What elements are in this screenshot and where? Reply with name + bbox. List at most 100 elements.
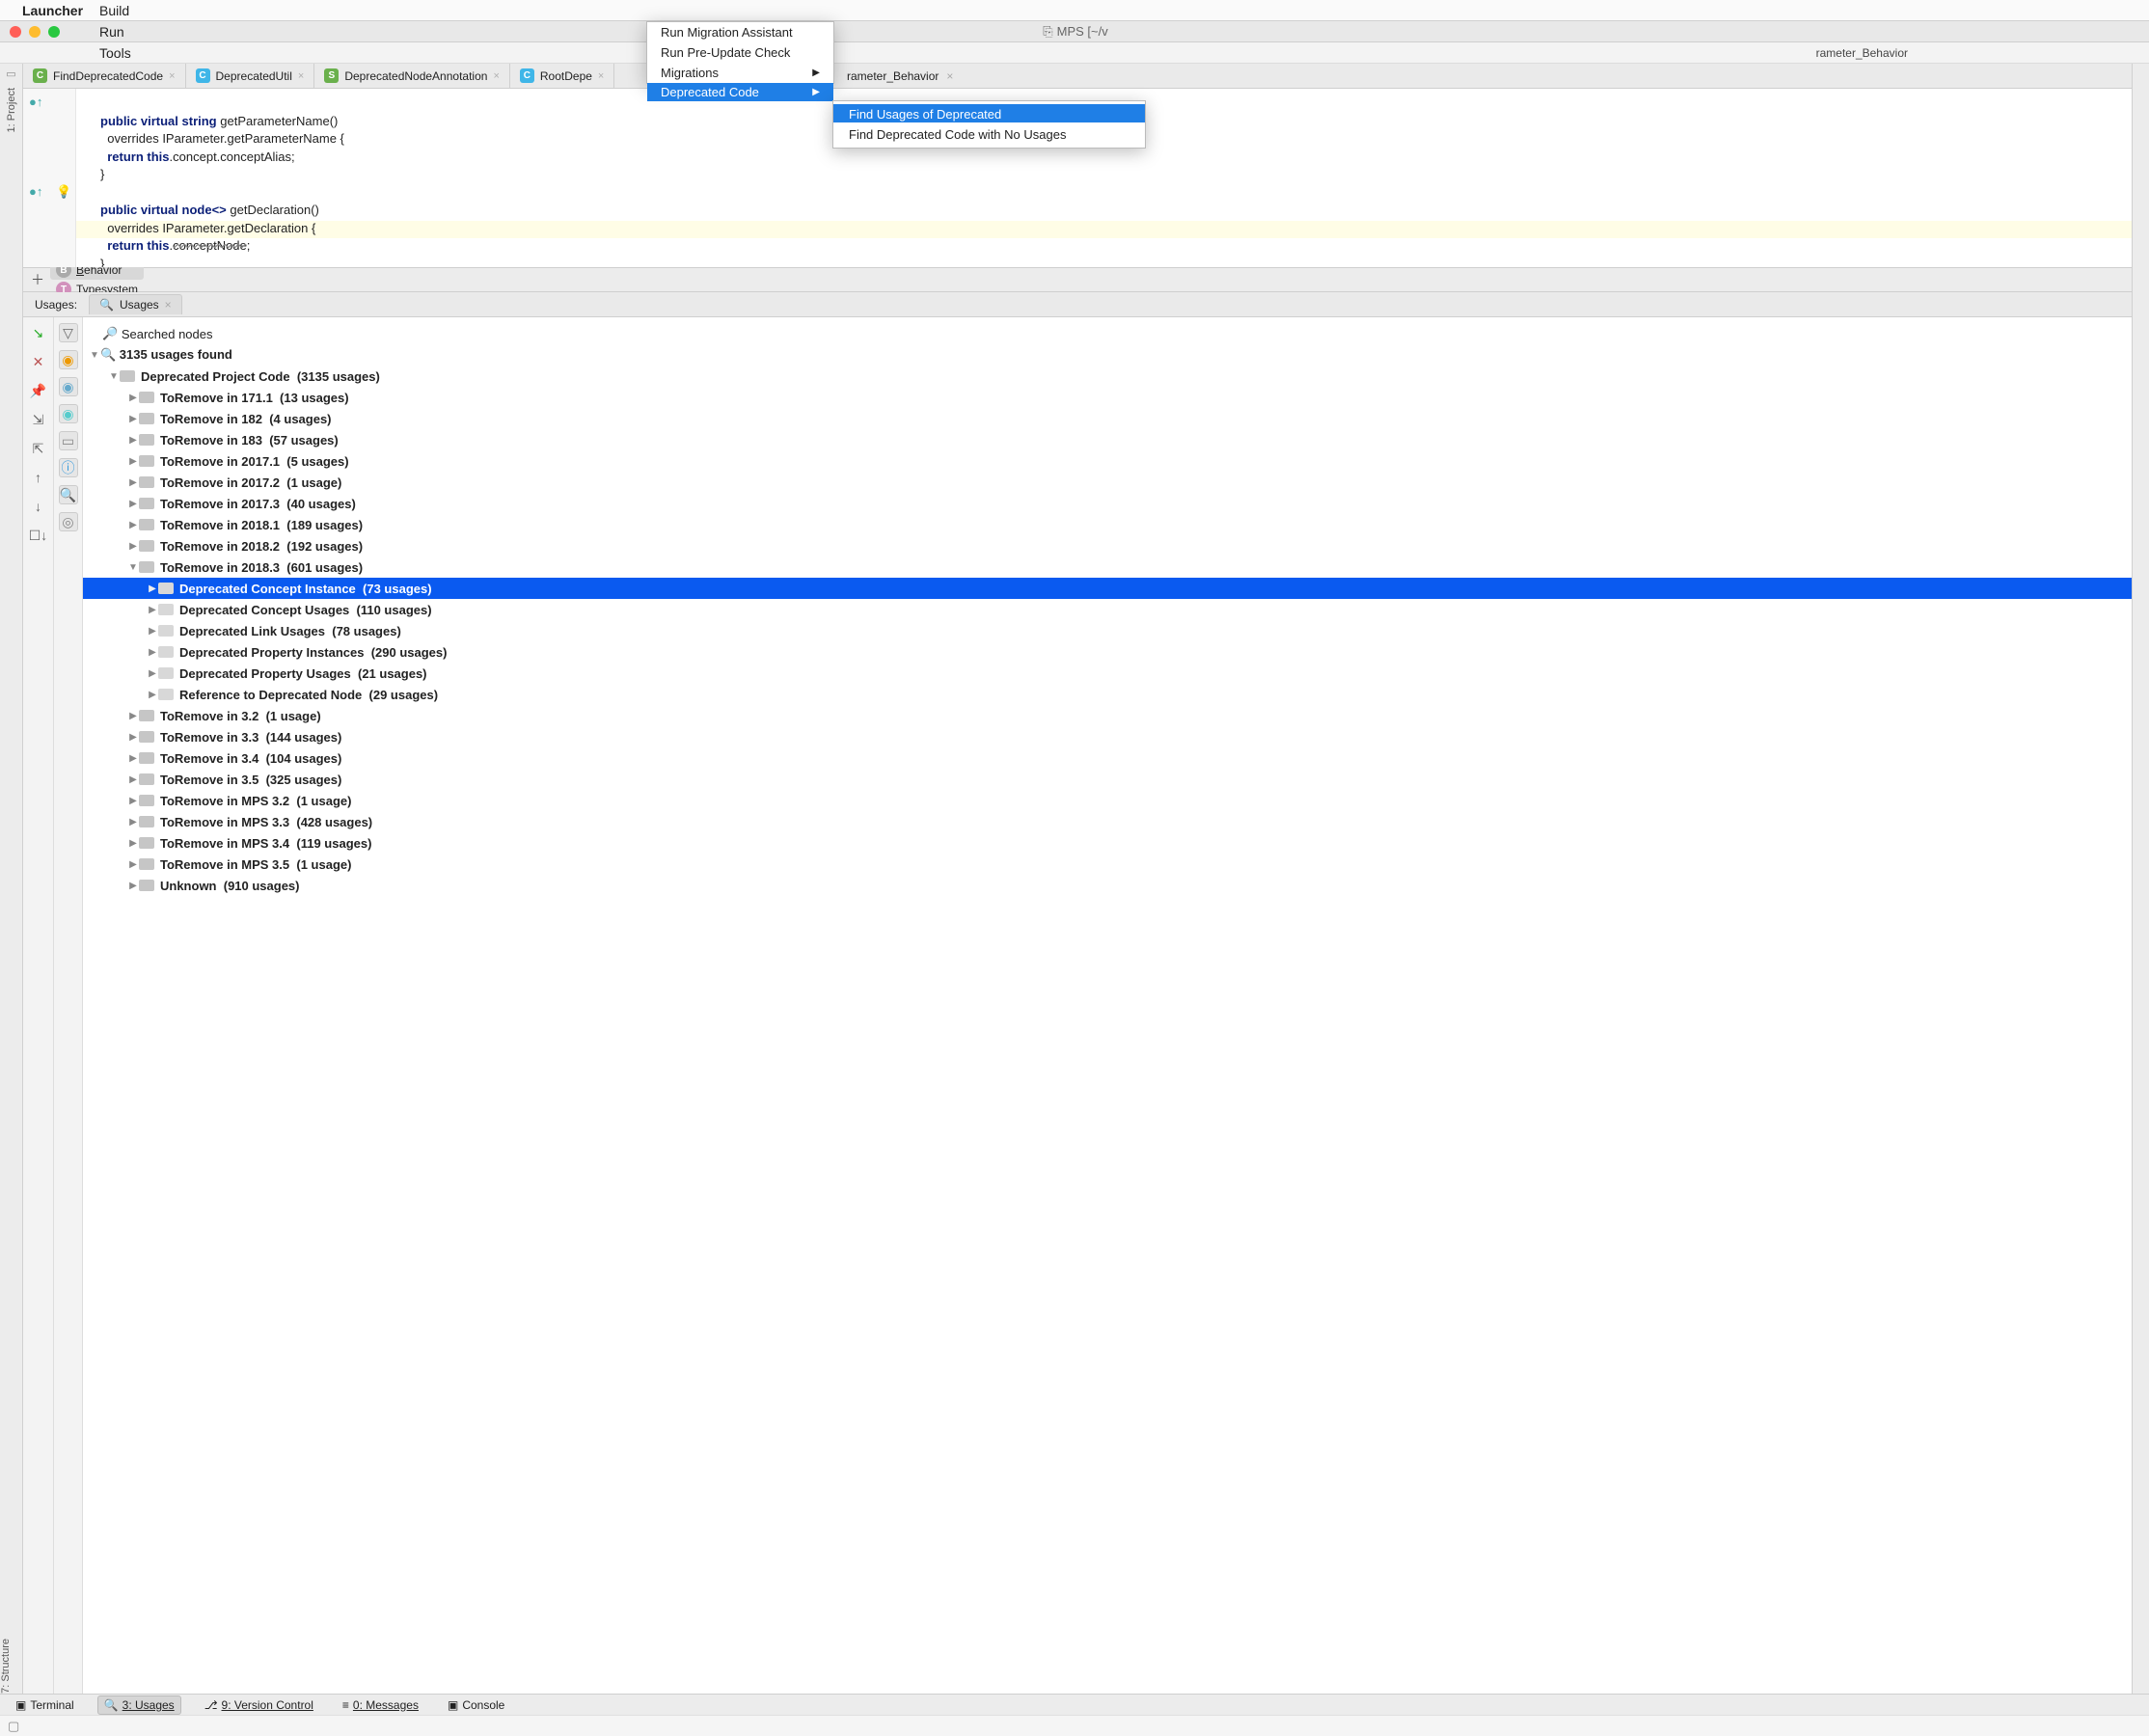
chevron-down-icon[interactable]: ▼: [108, 371, 120, 382]
chevron-right-icon[interactable]: ▶: [147, 668, 158, 679]
override-gutter-icon[interactable]: ●↑: [29, 95, 42, 109]
usages-tree-row[interactable]: ▶ToRemove in MPS 3.2 (1 usage): [83, 790, 2132, 811]
deprecated-submenu-item[interactable]: Find Usages of Deprecated: [833, 104, 1145, 122]
editor-tab[interactable]: CFindDeprecatedCode×: [23, 64, 186, 89]
chevron-right-icon[interactable]: ▶: [127, 393, 139, 403]
usages-tree-row[interactable]: ▼ToRemove in 2018.3 (601 usages): [83, 556, 2132, 578]
filter-icon[interactable]: ▽: [59, 323, 78, 342]
chevron-down-icon[interactable]: ▼: [89, 350, 100, 361]
console-tool-button[interactable]: ▣Console: [442, 1696, 510, 1714]
chevron-right-icon[interactable]: ▶: [127, 753, 139, 764]
close-icon[interactable]: ×: [598, 70, 604, 82]
usages-tool-button[interactable]: 🔍3: Usages: [97, 1695, 181, 1715]
usages-tree-row[interactable]: ▶Unknown (910 usages): [83, 875, 2132, 896]
usages-tree-row[interactable]: ▶Reference to Deprecated Node (29 usages…: [83, 684, 2132, 705]
group-by-package-icon[interactable]: ◉: [59, 377, 78, 396]
chevron-right-icon[interactable]: ▶: [127, 817, 139, 827]
close-icon[interactable]: ×: [946, 69, 953, 83]
chevron-right-icon[interactable]: ▶: [127, 435, 139, 446]
close-icon[interactable]: ×: [493, 70, 499, 82]
close-icon[interactable]: ✕: [29, 352, 48, 371]
menu-tools[interactable]: Tools: [96, 42, 158, 64]
rerun-icon[interactable]: ↘: [29, 323, 48, 342]
chevron-right-icon[interactable]: ▶: [147, 647, 158, 658]
warning-gutter-icon[interactable]: 💡: [56, 184, 71, 200]
chevron-right-icon[interactable]: ▶: [147, 583, 158, 594]
usages-tree-row[interactable]: ▶ToRemove in 3.4 (104 usages): [83, 747, 2132, 769]
usages-tree-row[interactable]: ▶ToRemove in 3.5 (325 usages): [83, 769, 2132, 790]
chevron-right-icon[interactable]: ▶: [127, 541, 139, 552]
usages-tree-row[interactable]: ▶ToRemove in 2017.3 (40 usages): [83, 493, 2132, 514]
editor-tab-fragment[interactable]: rameter_Behavior: [847, 69, 938, 83]
usages-tree-row[interactable]: ▶ToRemove in 182 (4 usages): [83, 408, 2132, 429]
chevron-right-icon[interactable]: ▶: [127, 499, 139, 509]
chevron-right-icon[interactable]: ▶: [127, 838, 139, 849]
usages-tree-row[interactable]: ▼Deprecated Project Code (3135 usages): [83, 366, 2132, 387]
chevron-right-icon[interactable]: ▶: [127, 520, 139, 530]
usages-tree-row[interactable]: ▶Deprecated Link Usages (78 usages): [83, 620, 2132, 641]
migration-menu-item[interactable]: Deprecated Code▶: [647, 83, 833, 101]
export-icon[interactable]: ☐↓: [29, 526, 48, 545]
chevron-right-icon[interactable]: ▶: [147, 626, 158, 637]
collapse-all-icon[interactable]: ⇱: [29, 439, 48, 458]
group-by-module-icon[interactable]: ◉: [59, 350, 78, 369]
migration-menu-item[interactable]: Run Pre-Update Check: [647, 42, 833, 63]
migration-menu-item[interactable]: Run Migration Assistant: [647, 22, 833, 42]
zoom-window-button[interactable]: [48, 26, 60, 38]
chevron-right-icon[interactable]: ▶: [127, 732, 139, 743]
chevron-right-icon[interactable]: ▶: [127, 859, 139, 870]
usages-tree-row[interactable]: ▶ToRemove in 2017.2 (1 usage): [83, 472, 2132, 493]
prev-icon[interactable]: ↑: [29, 468, 48, 487]
close-icon[interactable]: ×: [169, 70, 175, 82]
terminal-tool-button[interactable]: ▣Terminal: [10, 1696, 80, 1714]
settings-icon[interactable]: ◎: [59, 512, 78, 531]
chevron-right-icon[interactable]: ▶: [127, 414, 139, 424]
chevron-right-icon[interactable]: ▶: [147, 690, 158, 700]
chevron-down-icon[interactable]: ▼: [127, 562, 139, 573]
override-gutter-icon[interactable]: ●↑: [29, 184, 42, 199]
usages-tree-row[interactable]: ▶ToRemove in 183 (57 usages): [83, 429, 2132, 450]
show-write-icon[interactable]: ⓘ: [59, 458, 78, 477]
project-tool-button-icon[interactable]: ▭: [6, 68, 15, 80]
minimize-window-button[interactable]: [29, 26, 41, 38]
usages-tree-row[interactable]: ▶ToRemove in 3.2 (1 usage): [83, 705, 2132, 726]
usages-tree-row[interactable]: ▶ToRemove in MPS 3.4 (119 usages): [83, 832, 2132, 854]
editor-tab[interactable]: CDeprecatedUtil×: [186, 64, 315, 89]
next-icon[interactable]: ↓: [29, 497, 48, 516]
usages-tab[interactable]: 🔍 Usages ×: [89, 294, 182, 314]
chevron-right-icon[interactable]: ▶: [127, 881, 139, 891]
usages-tree-row[interactable]: ▶ToRemove in 2018.2 (192 usages): [83, 535, 2132, 556]
menu-build[interactable]: Build: [96, 0, 158, 21]
vcs-tool-button[interactable]: ⎇9: Version Control: [199, 1696, 319, 1714]
structure-tool-button[interactable]: 7: Structure: [0, 1639, 23, 1694]
chevron-right-icon[interactable]: ▶: [127, 796, 139, 806]
usages-tree-row[interactable]: ▶Deprecated Concept Instance (73 usages): [83, 578, 2132, 599]
messages-tool-button[interactable]: ≡0: Messages: [337, 1696, 424, 1714]
deprecated-submenu-item[interactable]: Find Deprecated Code with No Usages: [833, 124, 1145, 145]
chevron-right-icon[interactable]: ▶: [127, 711, 139, 721]
usages-tree-row[interactable]: ▼🔍 3135 usages found: [83, 344, 2132, 366]
usages-tree-row[interactable]: ▶ToRemove in 171.1 (13 usages): [83, 387, 2132, 408]
expand-all-icon[interactable]: ⇲: [29, 410, 48, 429]
editor-tab[interactable]: CRootDepe×: [510, 64, 614, 89]
chevron-right-icon[interactable]: ▶: [147, 605, 158, 615]
close-icon[interactable]: ×: [298, 70, 304, 82]
add-aspect-button[interactable]: ＋: [31, 270, 44, 289]
usages-tree-row[interactable]: ▶ToRemove in MPS 3.3 (428 usages): [83, 811, 2132, 832]
usages-tree-row[interactable]: ▶ToRemove in 2017.1 (5 usages): [83, 450, 2132, 472]
close-window-button[interactable]: [10, 26, 21, 38]
chevron-right-icon[interactable]: ▶: [127, 774, 139, 785]
usages-tree-row[interactable]: ▶Deprecated Property Usages (21 usages): [83, 663, 2132, 684]
merge-icon[interactable]: ◉: [59, 404, 78, 423]
autoscroll-icon[interactable]: 🔍: [59, 485, 78, 504]
chevron-right-icon[interactable]: ▶: [127, 456, 139, 467]
migration-menu-item[interactable]: Migrations▶: [647, 63, 833, 83]
show-read-icon[interactable]: ▭: [59, 431, 78, 450]
usages-tree[interactable]: 🔎 Searched nodes▼🔍 3135 usages found▼Dep…: [83, 317, 2132, 1694]
usages-tree-row[interactable]: ▶Deprecated Concept Usages (110 usages): [83, 599, 2132, 620]
usages-tree-row[interactable]: ▶ToRemove in 2018.1 (189 usages): [83, 514, 2132, 535]
project-tool-button[interactable]: 1: Project: [6, 88, 17, 132]
pin-icon[interactable]: 📌: [29, 381, 48, 400]
usages-tree-row[interactable]: ▶ToRemove in MPS 3.5 (1 usage): [83, 854, 2132, 875]
chevron-right-icon[interactable]: ▶: [127, 477, 139, 488]
